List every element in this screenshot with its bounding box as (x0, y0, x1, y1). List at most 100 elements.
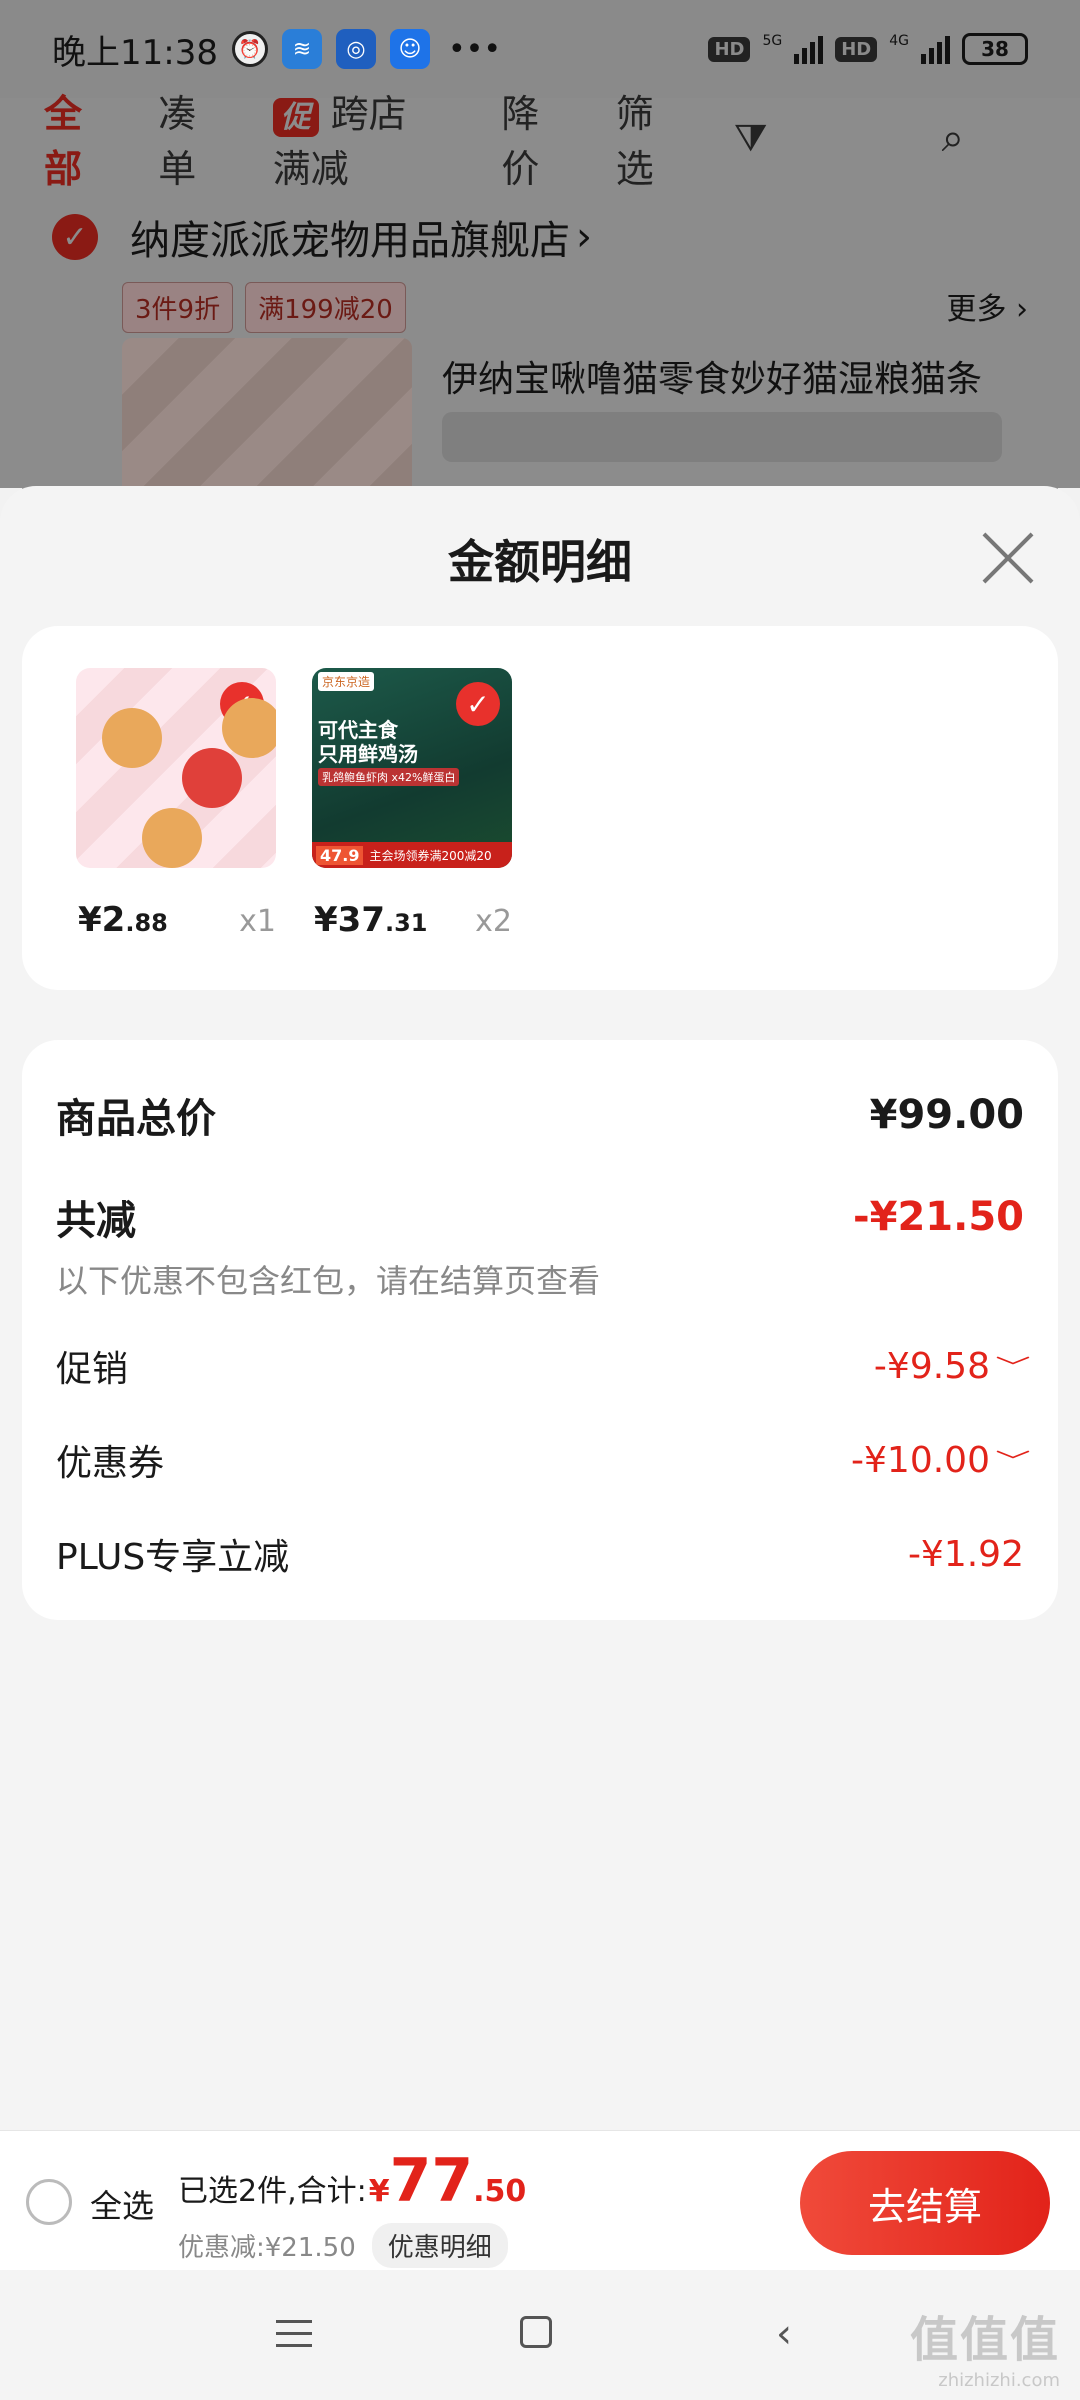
watermark-logo: 值值值 (909, 2312, 1060, 2368)
reduce-value: -¥21.50 (853, 1194, 1024, 1240)
select-all-radio[interactable] (26, 2179, 72, 2225)
more-link[interactable]: 更多 › (946, 284, 1028, 328)
app-notification-icon: ☺ (389, 29, 430, 69)
price-int: ¥2 (78, 900, 126, 940)
select-all-label[interactable]: 全选 (90, 2181, 154, 2227)
more-label: 更多 (946, 292, 1007, 327)
tab-all[interactable]: 全部 (44, 83, 86, 193)
image-promo: 主会场领券满200减20 (369, 848, 492, 863)
selected-product[interactable]: ✓ ¥2.88 x1 (76, 668, 276, 940)
product-qty: x2 (475, 904, 512, 939)
checked-icon: ✓ (220, 682, 264, 726)
chevron-down-icon: ﹀ (995, 1450, 1031, 1475)
total-dec: .50 (473, 2174, 527, 2209)
selected-total: 已选2件,合计: ¥ 77 .50 (178, 2151, 526, 2211)
product-price: ¥2.88 (78, 900, 168, 940)
search-icon[interactable]: ⌕ (942, 115, 964, 161)
chevron-down-icon: ﹀ (995, 1356, 1031, 1381)
network-label: 5G (762, 33, 783, 49)
promo-badge: 促 (272, 98, 319, 137)
close-icon[interactable] (980, 530, 1036, 586)
product-thumbnail (122, 338, 412, 498)
product-price: ¥37.31 (314, 900, 428, 940)
chevron-right-icon: › (576, 214, 592, 260)
app-notification-icon: ◎ (335, 29, 376, 69)
discount-value: -¥1.92 (907, 1533, 1024, 1575)
discount-row-coupon[interactable]: 优惠券 -¥10.00 ﹀ (56, 1434, 1031, 1486)
store-card: ✓ 纳度派派宠物用品旗舰店 › 3件9折 满199减20 更多 › 伊纳宝啾噜猫… (22, 188, 1058, 498)
reduce-label: 共减 (56, 1198, 136, 1244)
image-text: 乳鸽鲍鱼虾肉 x42%鲜蛋白 (318, 768, 460, 786)
store-row[interactable]: ✓ 纳度派派宠物用品旗舰店 › (22, 188, 1058, 286)
sheet-title: 金额明细 (448, 535, 632, 589)
product-spec-selector[interactable] (442, 412, 1002, 462)
selected-text: 已选2件,合计: (178, 2174, 367, 2209)
price-dec: .88 (125, 909, 168, 937)
promo-chip[interactable]: 满199减20 (245, 282, 406, 333)
cart-tabs: 全部 凑单 促跨店满减 降价 筛选 ⧩ ⌕ (0, 92, 1080, 191)
status-time: 晚上11:38 (52, 32, 218, 73)
filter-icon: ⧩ (733, 115, 768, 160)
discount-label: 促销 (56, 1349, 129, 1390)
product-image: ✓ (76, 668, 276, 868)
selected-product[interactable]: 京东京造 可代主食 只用鲜鸡汤 乳鸽鲍鱼虾肉 x42%鲜蛋白 47.9 主会场领… (312, 668, 512, 940)
discount-amount: -¥10.00 (851, 1439, 990, 1481)
reduce-row: 共减 -¥21.50 (56, 1188, 1024, 1246)
tab-label: 筛选 (615, 92, 654, 191)
image-promo-strip: 47.9 主会场领券满200减20 (312, 842, 512, 868)
store-check-icon[interactable]: ✓ (52, 214, 98, 260)
promo-chip[interactable]: 3件9折 (122, 282, 234, 333)
hd-icon: HD (835, 36, 878, 62)
selected-products-card: ✓ ¥2.88 x1 京东京造 可代主食 只用鲜鸡汤 乳鸽鲍鱼虾肉 x42%鲜蛋… (22, 626, 1058, 990)
price-int: ¥37 (314, 900, 385, 940)
price-summary-card: 商品总价 ¥99.00 共减 -¥21.50 以下优惠不包含红包，请在结算页查看… (22, 1040, 1058, 1620)
home-icon[interactable] (520, 2316, 552, 2348)
discount-row-plus: PLUS专享立减 -¥1.92 (56, 1528, 1024, 1580)
currency-symbol: ¥ (368, 2174, 390, 2209)
signal-icon (921, 34, 950, 64)
product-qty: x1 (239, 904, 276, 939)
hd-icon: HD (708, 36, 751, 62)
tab-filter[interactable]: 筛选 ⧩ (616, 83, 840, 193)
cart-background: 全部 凑单 促跨店满减 降价 筛选 ⧩ ⌕ ✓ 纳度派派宠物用品旗舰店 › 3件9… (0, 92, 1080, 498)
discount-label: 优惠券 (56, 1443, 165, 1484)
checked-icon: ✓ (456, 682, 500, 726)
tab-price-drop[interactable]: 降价 (501, 83, 543, 193)
discount-value: -¥9.58 ﹀ (873, 1345, 1031, 1387)
discount-amount: -¥9.58 (873, 1345, 990, 1387)
total-value: ¥99.00 (869, 1092, 1024, 1138)
discount-value: -¥10.00 ﹀ (851, 1439, 1031, 1481)
discount-row-promotion[interactable]: 促销 -¥9.58 ﹀ (56, 1340, 1031, 1392)
image-brand: 京东京造 (318, 672, 375, 691)
total-label: 商品总价 (56, 1096, 216, 1142)
total-int: 77 (389, 2146, 474, 2216)
checkout-bar: 全选 已选2件,合计: ¥ 77 .50 优惠减:¥21.50 优惠明细 去结算 (0, 2130, 1080, 2270)
discount-text: 优惠减:¥21.50 (178, 2233, 356, 2263)
watermark: 值值值 zhizhizhi.com (910, 2300, 1060, 2391)
store-name: 纳度派派宠物用品旗舰店 (130, 218, 570, 264)
tab-combine[interactable]: 凑单 (158, 83, 200, 193)
discount-detail-button[interactable]: 优惠明细 (371, 2223, 508, 2268)
promo-chips: 3件9折 满199减20 (22, 282, 1058, 333)
watermark-url: zhizhizhi.com (938, 2370, 1060, 2391)
amount-detail-sheet: 金额明细 ✓ ¥2.88 x1 京东京造 可代主食 只用鲜鸡汤 乳鸽鲍鱼虾肉 x… (0, 486, 1080, 2400)
discount-line: 优惠减:¥21.50 优惠明细 (178, 2223, 508, 2268)
back-icon[interactable]: ‹ (776, 2314, 792, 2354)
checkout-button[interactable]: 去结算 (800, 2151, 1050, 2255)
alarm-icon: ⏰ (231, 31, 268, 67)
battery-icon: 38 (962, 33, 1028, 65)
network-label: 4G (889, 33, 909, 49)
product-image: 京东京造 可代主食 只用鲜鸡汤 乳鸽鲍鱼虾肉 x42%鲜蛋白 47.9 主会场领… (312, 668, 512, 868)
more-notifications-icon: ••• (447, 31, 502, 67)
product-title: 伊纳宝啾噜猫零食妙好猫湿粮猫条 (442, 359, 983, 400)
system-nav-bar: ‹ 值值值 zhizhizhi.com (0, 2270, 1080, 2400)
price-dec: .31 (384, 909, 428, 937)
discount-label: PLUS专享立减 (56, 1537, 290, 1578)
tab-cross-store[interactable]: 促跨店满减 (272, 83, 430, 193)
signal-icon (794, 34, 824, 64)
menu-icon[interactable] (276, 2320, 312, 2350)
discount-note: 以下优惠不包含红包，请在结算页查看 (56, 1262, 601, 1300)
image-text: 只用鲜鸡汤 (318, 742, 418, 766)
image-price: 47.9 (316, 845, 364, 865)
total-row: 商品总价 ¥99.00 (56, 1086, 1024, 1144)
